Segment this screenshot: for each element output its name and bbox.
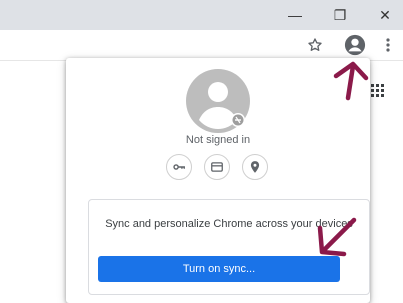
apps-grid-icon[interactable]	[371, 84, 385, 98]
key-icon	[173, 164, 185, 170]
annotation-arrow-up	[333, 61, 369, 101]
default-avatar-icon	[186, 69, 250, 133]
avatar	[185, 68, 251, 134]
payment-methods-button[interactable]	[204, 154, 230, 180]
annotation-arrow-down	[317, 217, 357, 257]
quick-actions	[166, 154, 276, 180]
close-button[interactable]: ✕	[365, 0, 403, 30]
bookmark-star-button[interactable]	[302, 32, 328, 58]
addresses-button[interactable]	[242, 154, 268, 180]
credit-card-icon	[211, 162, 223, 172]
profile-button[interactable]	[342, 32, 368, 58]
profile-popup: Not signed in Sync and personalize Chrom…	[66, 58, 370, 303]
restore-button[interactable]: ❐	[320, 0, 360, 30]
location-pin-icon	[250, 161, 260, 173]
turn-on-sync-button[interactable]: Turn on sync...	[98, 256, 340, 282]
passwords-button[interactable]	[166, 154, 192, 180]
account-circle-icon	[344, 34, 366, 56]
kebab-menu-icon	[386, 38, 390, 52]
sign-in-status: Not signed in	[185, 134, 251, 146]
minimize-button[interactable]: —	[275, 0, 315, 30]
star-outline-icon	[308, 38, 322, 51]
chrome-menu-button[interactable]	[375, 32, 401, 58]
